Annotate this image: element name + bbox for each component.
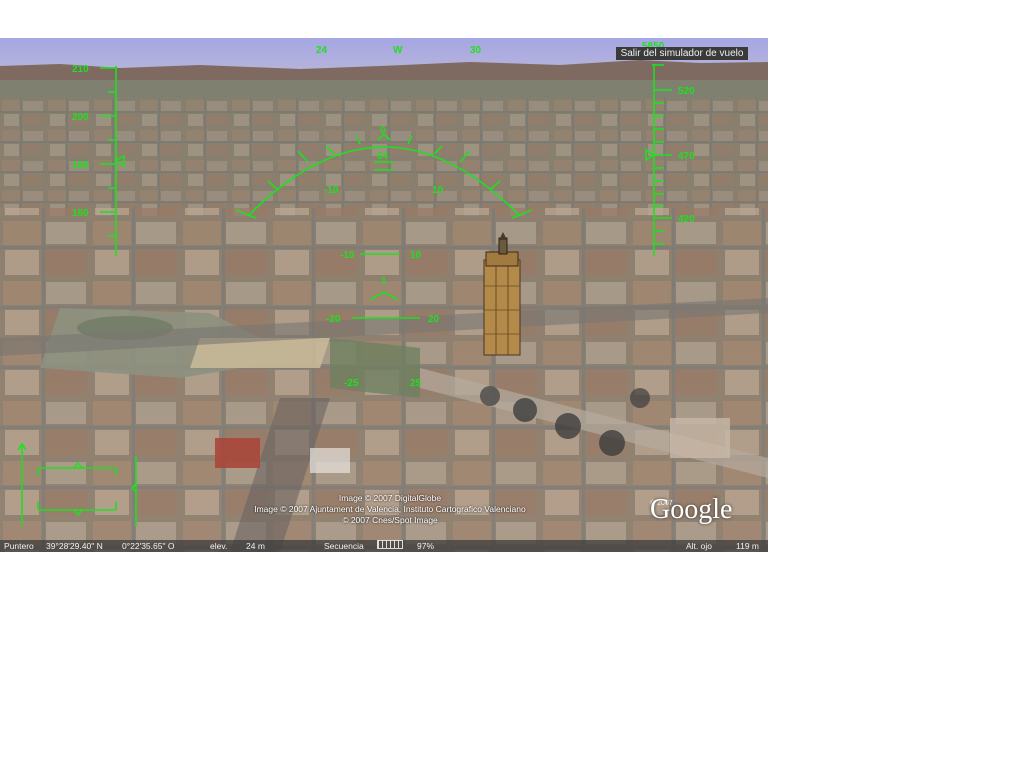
copyright-line-2: Image © 2007 Ajuntament de Valencia, Ins… xyxy=(254,504,526,514)
pointer-longitude: 0°22'35.65" O xyxy=(122,541,175,551)
imagery-copyright: Image © 2007 DigitalGlobe Image © 2007 A… xyxy=(200,493,580,526)
pointer-label: Puntero xyxy=(4,541,34,551)
altitude-tick-520: 520 xyxy=(678,86,695,97)
pitch-bottom-right: 25 xyxy=(410,378,422,389)
flight-simulator-viewport[interactable]: 24 W 30 5850 210 200 190 180 xyxy=(0,38,768,552)
elevation-value: 24 m xyxy=(246,541,265,551)
speed-tick-180: 180 xyxy=(72,208,89,219)
control-position-indicator xyxy=(17,442,137,526)
sequence-label: Secuencia xyxy=(324,541,364,551)
pitch-bottom-left: -25 xyxy=(344,378,359,389)
pitch-upper-left: -10 xyxy=(340,250,355,261)
compass-right-heading: 30 xyxy=(470,45,482,56)
speed-tick-200: 200 xyxy=(72,112,89,123)
heading-arc-label: 64 xyxy=(377,151,389,162)
elevation-label: elev. xyxy=(210,541,228,551)
speed-ladder: 210 200 190 180 xyxy=(72,64,125,256)
altitude-ladder: 520 470 420 xyxy=(645,64,695,256)
google-logo: Google xyxy=(650,494,733,525)
flight-hud: 24 W 30 5850 210 200 190 180 xyxy=(17,41,695,526)
pitch-ladder: -10 10 1 -20 20 -25 25 xyxy=(326,250,440,389)
speed-tick-210: 210 xyxy=(72,64,89,75)
compass-cardinal: W xyxy=(393,45,403,56)
pitch-lower-right: 20 xyxy=(428,314,440,325)
copyright-line-1: Image © 2007 DigitalGlobe xyxy=(338,493,442,503)
altitude-tick-420: 420 xyxy=(678,214,695,225)
pitch-center-mark: 1 xyxy=(381,276,387,287)
eye-altitude-label: Alt. ojo xyxy=(686,541,712,551)
heading-arc-left: -10 xyxy=(324,185,339,196)
copyright-line-3: © 2007 Cnes/Spot Image xyxy=(342,515,438,525)
speed-tick-190: 190 xyxy=(72,160,89,171)
pitch-upper-right: 10 xyxy=(410,250,422,261)
pitch-lower-left: -20 xyxy=(326,314,341,325)
sequence-percent: 97% xyxy=(417,541,435,551)
pointer-latitude: 39°28'29.40" N xyxy=(46,541,103,551)
status-bar: Puntero 39°28'29.40" N 0°22'35.65" O ele… xyxy=(0,540,768,552)
altitude-tick-470: 470 xyxy=(678,151,695,162)
heading-arc: 0 64 -10 10 xyxy=(235,125,533,219)
exit-flight-simulator-button[interactable]: Salir del simulador de vuelo xyxy=(616,47,748,60)
heading-arc-right: 10 xyxy=(432,185,444,196)
heading-arc-zero: 0 xyxy=(380,125,386,136)
compass-left-heading: 24 xyxy=(316,45,328,56)
eye-altitude-value: 119 m xyxy=(736,541,759,551)
